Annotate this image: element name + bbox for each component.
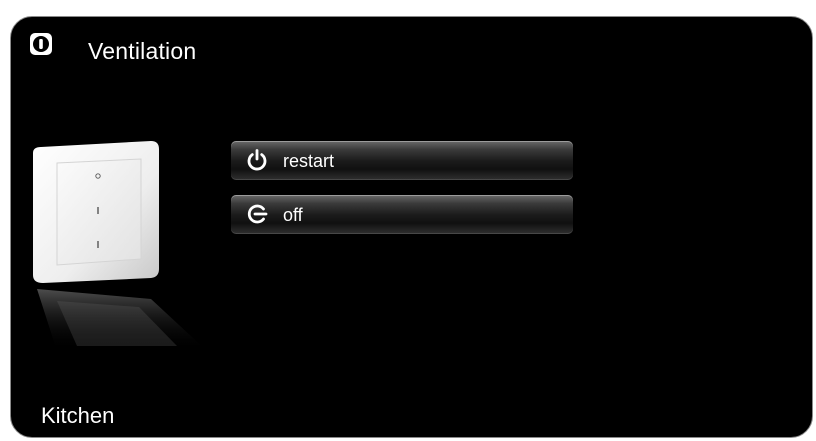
page-title: Ventilation [88, 38, 197, 64]
power-icon [247, 149, 267, 171]
restart-button[interactable]: restart [231, 141, 573, 180]
info-badge-icon [30, 33, 52, 55]
restart-button-label: restart [283, 151, 335, 171]
power-off-g-icon [247, 204, 268, 224]
off-button-label: off [283, 205, 303, 225]
wall-switch-image [33, 141, 207, 351]
ventilation-panel: Ventilation restart off Kitchen [10, 16, 813, 438]
off-button[interactable]: off [231, 195, 573, 234]
room-label: Kitchen [41, 403, 115, 428]
